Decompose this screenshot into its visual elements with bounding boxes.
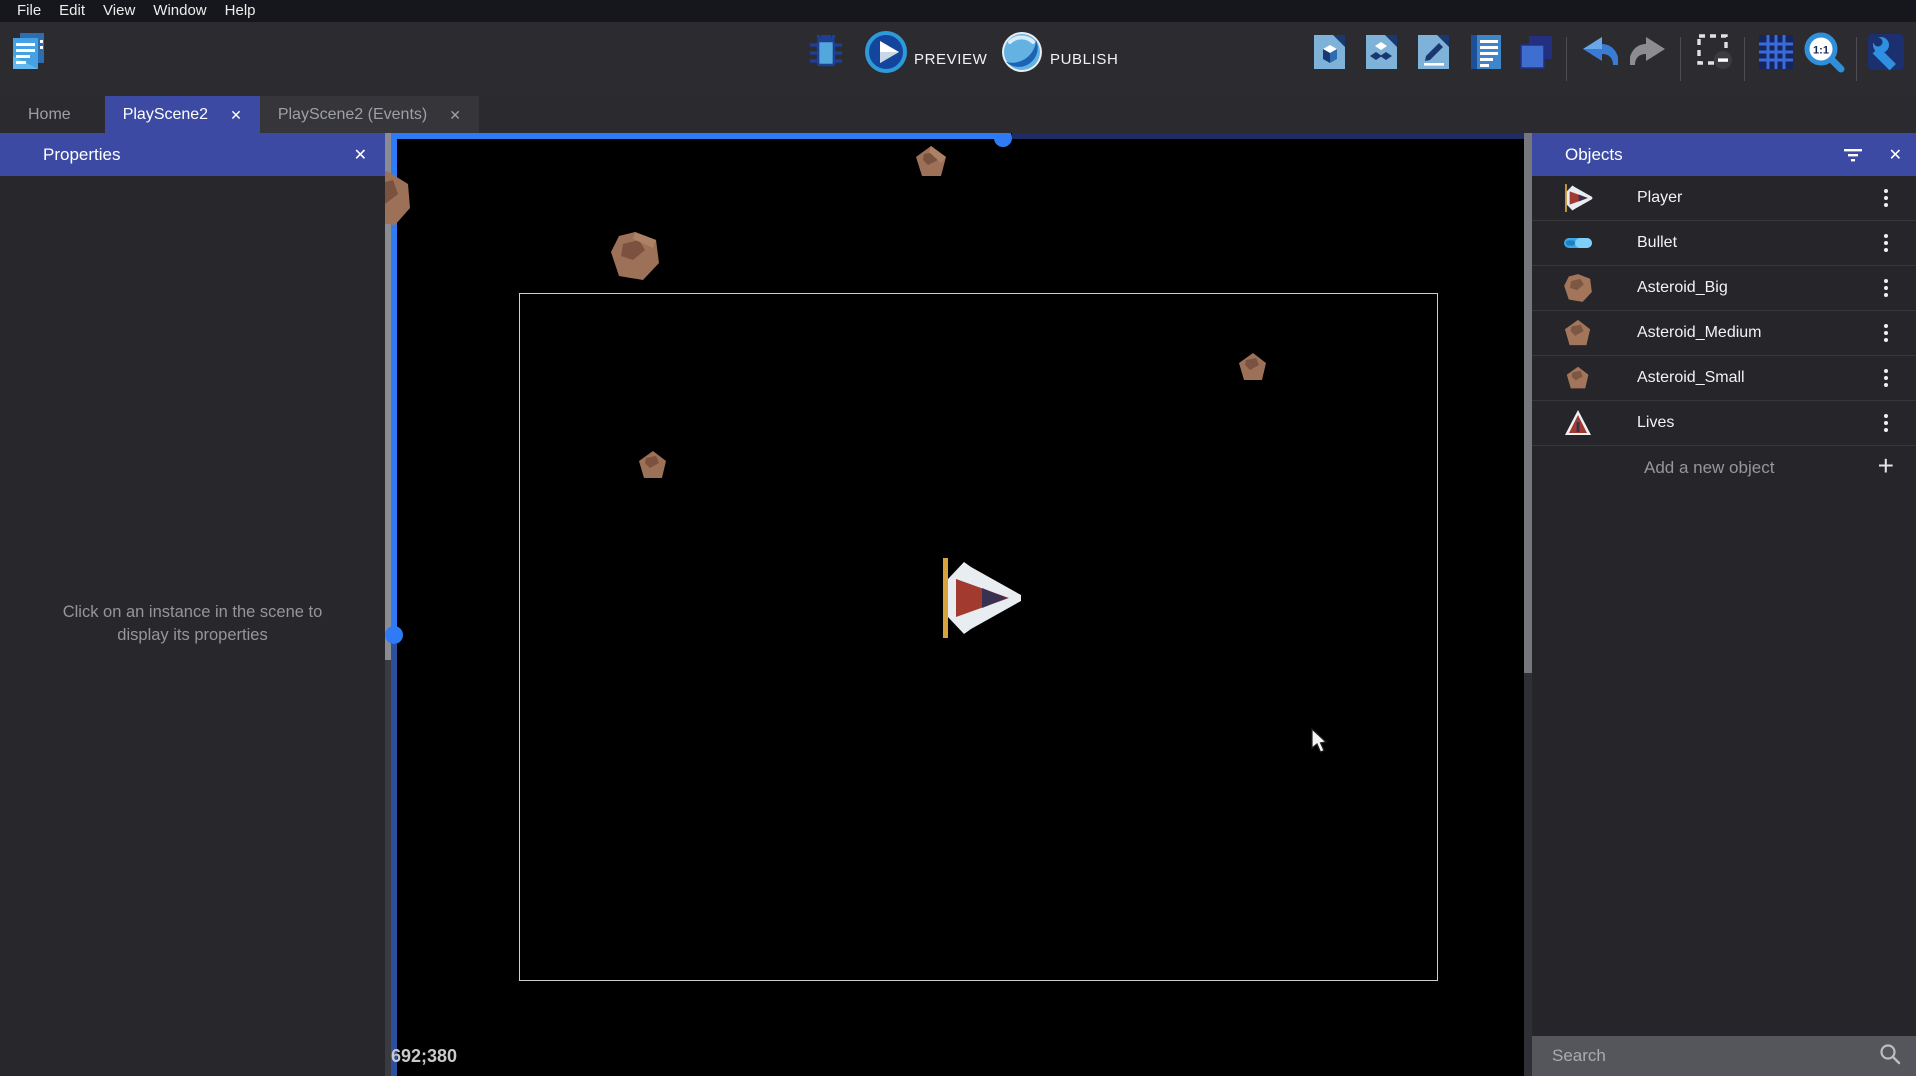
redo-icon[interactable] — [1630, 32, 1670, 72]
selection-edge-top — [391, 133, 1003, 139]
open-scene-icon[interactable] — [1310, 32, 1350, 72]
tab-label: PlayScene2 — [123, 106, 208, 124]
plus-icon[interactable]: + — [1872, 449, 1900, 483]
scene-canvas[interactable]: 692;380 — [385, 133, 1532, 1076]
debug-icon[interactable] — [806, 32, 846, 72]
toolbar-separator — [1744, 37, 1745, 81]
menu-view[interactable]: View — [94, 0, 144, 22]
tab-bar: Home PlayScene2 ✕ PlayScene2 (Events) ✕ — [0, 96, 1916, 133]
mouse-cursor — [1310, 728, 1332, 754]
menu-edit[interactable]: Edit — [50, 0, 94, 22]
object-row-asteroid-big[interactable]: Asteroid_Big — [1532, 266, 1916, 311]
preview-button[interactable]: PREVIEW — [914, 22, 987, 96]
close-icon[interactable]: ✕ — [354, 145, 367, 165]
filter-icon[interactable] — [1842, 144, 1864, 167]
objects-search-bar — [1532, 1036, 1916, 1076]
toolbar: PREVIEW PUBLISH — [0, 22, 1916, 96]
right-scrollbar-thumb[interactable] — [1524, 133, 1532, 673]
asteroid-instance[interactable] — [638, 450, 668, 480]
object-label: Lives — [1637, 414, 1674, 432]
objects-header: Objects ✕ — [1532, 133, 1916, 176]
object-row-lives[interactable]: Lives — [1532, 401, 1916, 446]
player-ship-instance[interactable] — [937, 555, 1023, 641]
objects-list: Player Bullet — [1532, 176, 1916, 490]
add-object-row[interactable]: Add a new object + — [1532, 446, 1916, 490]
asteroid-instance[interactable] — [609, 230, 661, 282]
grid-icon[interactable] — [1756, 32, 1796, 72]
asteroid-medium-icon — [1562, 317, 1594, 349]
object-label: Asteroid_Big — [1637, 279, 1728, 297]
layers-icon[interactable] — [1516, 32, 1556, 72]
object-row-player[interactable]: Player — [1532, 176, 1916, 221]
asteroid-big-icon — [1562, 272, 1594, 304]
menu-bar: File Edit View Window Help — [0, 0, 1916, 22]
cursor-coordinates: 692;380 — [391, 1046, 457, 1067]
object-label: Bullet — [1637, 234, 1677, 252]
object-row-asteroid-small[interactable]: Asteroid_Small — [1532, 356, 1916, 401]
tab-playscene2[interactable]: PlayScene2 ✕ — [105, 96, 260, 133]
asteroid-instance[interactable] — [1238, 352, 1268, 382]
preview-icon[interactable] — [864, 30, 908, 74]
search-input[interactable] — [1532, 1045, 1878, 1067]
asteroid-small-icon — [1562, 362, 1594, 394]
kebab-menu-icon[interactable] — [1880, 367, 1892, 389]
object-label: Player — [1637, 189, 1682, 207]
publish-button[interactable]: PUBLISH — [1050, 22, 1118, 96]
properties-panel: Properties ✕ Click on an instance in the… — [0, 133, 385, 1076]
customize-wrench-icon[interactable] — [1866, 32, 1906, 72]
toolbar-separator — [1856, 37, 1857, 81]
objects-title: Objects — [1565, 145, 1623, 165]
menu-window[interactable]: Window — [144, 0, 215, 22]
lives-ship-icon — [1562, 407, 1594, 439]
object-label: Asteroid_Small — [1637, 369, 1745, 387]
kebab-menu-icon[interactable] — [1880, 277, 1892, 299]
toolbar-separator — [1680, 37, 1681, 81]
tab-playscene2-events[interactable]: PlayScene2 (Events) ✕ — [260, 96, 479, 133]
close-icon[interactable]: ✕ — [1889, 145, 1902, 165]
objects-panel: Objects ✕ P — [1532, 133, 1916, 1076]
project-manager-icon[interactable] — [8, 30, 50, 72]
toolbar-separator — [1566, 37, 1567, 81]
selection-edge-left-dark — [391, 644, 397, 1076]
selection-handle-left[interactable] — [385, 626, 403, 644]
tab-close-icon[interactable]: ✕ — [230, 108, 242, 122]
object-row-asteroid-medium[interactable]: Asteroid_Medium — [1532, 311, 1916, 356]
kebab-menu-icon[interactable] — [1880, 232, 1892, 254]
asteroid-instance[interactable] — [385, 170, 411, 227]
main-area: Properties ✕ Click on an instance in the… — [0, 133, 1916, 1076]
asteroid-instance[interactable] — [915, 145, 948, 178]
zoom-1-1-icon[interactable]: 1:1 — [1802, 30, 1846, 74]
undo-icon[interactable] — [1578, 32, 1618, 72]
selection-edge-top-dark — [1012, 133, 1524, 139]
tab-home[interactable]: Home — [10, 96, 89, 133]
properties-header: Properties ✕ — [0, 133, 385, 176]
tab-label: PlayScene2 (Events) — [278, 106, 427, 124]
selection-handle-top[interactable] — [994, 133, 1012, 147]
properties-empty-message: Click on an instance in the scene to dis… — [0, 601, 385, 647]
menu-file[interactable]: File — [8, 0, 50, 22]
publish-icon[interactable] — [1000, 30, 1044, 74]
project-structure-icon[interactable] — [1466, 32, 1506, 72]
search-icon — [1878, 1042, 1902, 1071]
kebab-menu-icon[interactable] — [1880, 322, 1892, 344]
kebab-menu-icon[interactable] — [1880, 412, 1892, 434]
tab-label: Home — [28, 106, 71, 124]
open-objects-icon[interactable] — [1362, 32, 1402, 72]
zoom-ratio-badge: 1:1 — [1813, 45, 1829, 57]
player-ship-icon — [1562, 182, 1594, 214]
properties-title: Properties — [43, 145, 120, 165]
object-row-bullet[interactable]: Bullet — [1532, 221, 1916, 266]
deselect-icon[interactable] — [1694, 32, 1734, 72]
menu-help[interactable]: Help — [216, 0, 265, 22]
tab-close-icon[interactable]: ✕ — [449, 108, 461, 122]
kebab-menu-icon[interactable] — [1880, 187, 1892, 209]
bullet-icon — [1562, 227, 1594, 259]
edit-events-icon[interactable] — [1414, 32, 1454, 72]
object-label: Asteroid_Medium — [1637, 324, 1762, 342]
add-object-label: Add a new object — [1644, 458, 1774, 478]
